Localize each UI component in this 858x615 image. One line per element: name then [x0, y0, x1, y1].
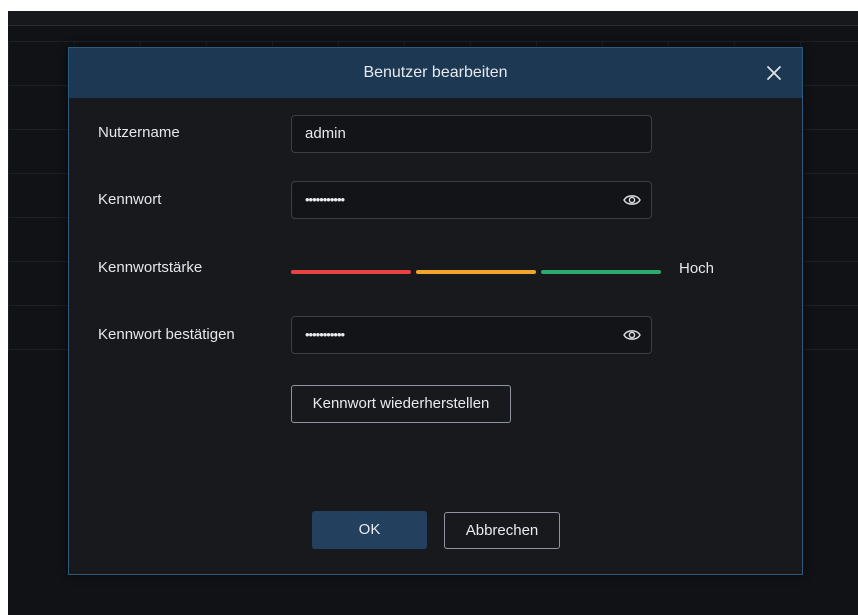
username-label: Nutzername — [98, 124, 180, 141]
username-input[interactable]: admin — [291, 115, 652, 153]
cancel-button[interactable]: Abbrechen — [444, 512, 560, 549]
password-value: ••••••••••• — [305, 192, 345, 207]
close-icon[interactable] — [764, 63, 784, 83]
password-strength-label: Kennwortstärke — [98, 259, 203, 276]
strength-segment-medium — [416, 270, 536, 274]
eye-icon[interactable] — [623, 328, 641, 342]
eye-icon[interactable] — [623, 193, 641, 207]
confirm-password-label: Kennwort bestätigen — [98, 326, 235, 343]
dialog-title: Benutzer bearbeiten — [363, 64, 508, 81]
confirm-password-input[interactable]: ••••••••••• — [291, 316, 652, 354]
password-label: Kennwort — [98, 191, 162, 208]
password-strength-value: Hoch — [679, 260, 715, 277]
reset-password-button[interactable]: Kennwort wiederherstellen — [291, 385, 511, 423]
confirm-password-value: ••••••••••• — [305, 327, 345, 342]
username-value: admin — [305, 125, 346, 142]
dialog-header: Benutzer bearbeiten — [69, 48, 802, 98]
edit-user-dialog: Benutzer bearbeiten Nutzername admin Ken… — [68, 47, 803, 575]
strength-segment-strong — [541, 270, 661, 274]
strength-segment-weak — [291, 270, 411, 274]
ok-button[interactable]: OK — [312, 511, 427, 549]
password-input[interactable]: ••••••••••• — [291, 181, 652, 219]
app-topbar — [8, 11, 858, 26]
